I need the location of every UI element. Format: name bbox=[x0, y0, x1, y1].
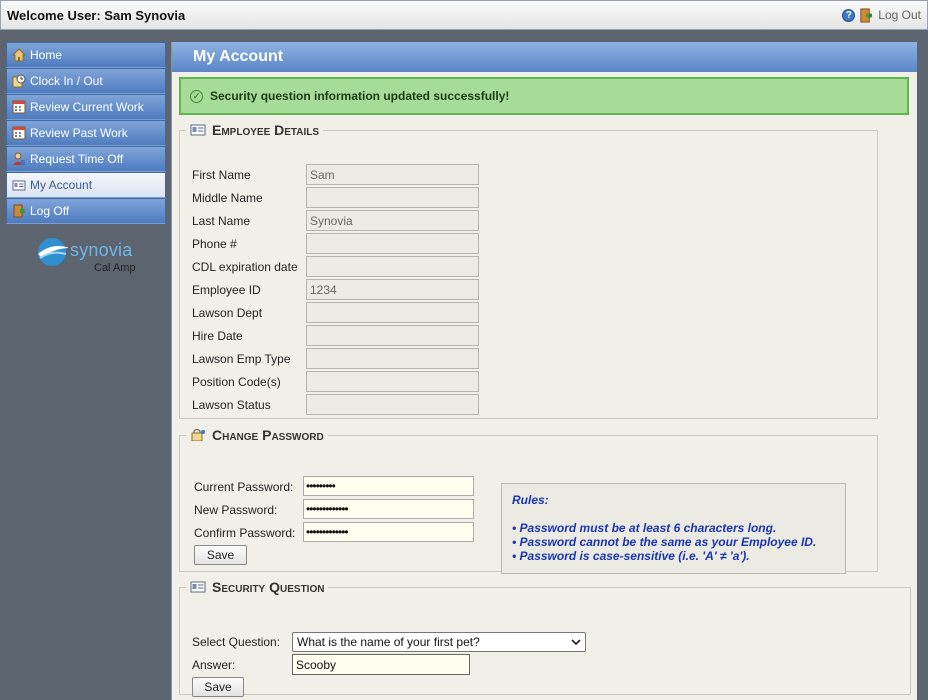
id-card-icon bbox=[190, 581, 206, 593]
success-message: Security question information updated su… bbox=[210, 89, 510, 103]
lawson-emp-type-field[interactable] bbox=[306, 348, 479, 369]
current-password-field[interactable] bbox=[303, 476, 474, 496]
door-icon bbox=[860, 7, 873, 23]
lawson-emp-type-label: Lawson Emp Type bbox=[192, 352, 291, 366]
success-banner: ✓ Security question information updated … bbox=[179, 77, 909, 115]
lawson-dept-label: Lawson Dept bbox=[192, 306, 263, 320]
select-question-label: Select Question: bbox=[192, 635, 281, 649]
synovia-logo: synovia Cal Amp bbox=[6, 232, 166, 280]
sidebar-item-log-off[interactable]: Log Off bbox=[6, 198, 166, 224]
sidebar-item-label: Log Off bbox=[30, 204, 70, 218]
employee-id-field[interactable] bbox=[306, 279, 479, 300]
sidebar-item-clock[interactable]: Clock In / Out bbox=[6, 68, 166, 94]
hire-date-field[interactable] bbox=[306, 325, 479, 346]
cdl-expiration-label: CDL expiration date bbox=[192, 260, 298, 274]
save-password-button[interactable]: Save bbox=[194, 545, 247, 565]
sidebar-item-label: Review Past Work bbox=[30, 126, 128, 140]
first-name-field[interactable] bbox=[306, 164, 479, 185]
lawson-dept-field[interactable] bbox=[306, 302, 479, 323]
sidebar-item-label: Clock In / Out bbox=[30, 74, 103, 88]
position-codes-label: Position Code(s) bbox=[192, 375, 281, 389]
rule-item: • Password must be at least 6 characters… bbox=[512, 521, 777, 535]
employee-details-title: Employee Details bbox=[212, 122, 320, 138]
logout-link[interactable]: Log Out bbox=[878, 8, 921, 22]
sidebar-item-my-account[interactable]: My Account bbox=[6, 172, 166, 198]
logo-brand: synovia bbox=[70, 240, 133, 260]
sidebar-item-label: Request Time Off bbox=[30, 152, 124, 166]
logo-swoosh-icon bbox=[38, 238, 68, 266]
last-name-field[interactable] bbox=[306, 210, 479, 231]
password-rules-box: Rules: • Password must be at least 6 cha… bbox=[501, 483, 846, 574]
confirm-password-label: Confirm Password: bbox=[194, 526, 296, 540]
selected-question: What is the name of your first pet? bbox=[297, 635, 480, 649]
new-password-label: New Password: bbox=[194, 503, 278, 517]
security-question-legend: Security Question bbox=[186, 579, 328, 595]
answer-field[interactable] bbox=[292, 654, 470, 675]
check-circle-icon: ✓ bbox=[190, 89, 203, 103]
lawson-status-label: Lawson Status bbox=[192, 398, 271, 412]
security-question-select[interactable]: What is the name of your first pet? bbox=[292, 632, 586, 652]
chevron-down-icon bbox=[571, 639, 581, 646]
security-question-title: Security Question bbox=[212, 579, 325, 595]
key-lock-icon bbox=[191, 429, 205, 441]
middle-name-field[interactable] bbox=[306, 187, 479, 208]
confirm-password-field[interactable] bbox=[303, 522, 474, 542]
id-card-icon bbox=[12, 180, 26, 191]
employee-details-section: Employee Details First Name Middle Name … bbox=[179, 122, 878, 419]
rules-title: Rules: bbox=[512, 493, 549, 507]
rule-item: • Password cannot be the same as your Em… bbox=[512, 535, 817, 549]
sidebar: Home Clock In / Out Review Current Work … bbox=[6, 42, 166, 280]
person-icon bbox=[13, 152, 25, 165]
door-icon bbox=[13, 204, 25, 218]
main-panel: My Account ✓ Security question informati… bbox=[171, 42, 917, 700]
position-codes-field[interactable] bbox=[306, 371, 479, 392]
current-password-label: Current Password: bbox=[194, 480, 294, 494]
sidebar-item-review-past[interactable]: Review Past Work bbox=[6, 120, 166, 146]
help-icon[interactable]: ? bbox=[842, 8, 856, 22]
sidebar-item-home[interactable]: Home bbox=[6, 42, 166, 68]
calendar-icon bbox=[12, 126, 26, 140]
cdl-expiration-field[interactable] bbox=[306, 256, 479, 277]
change-password-title: Change Password bbox=[212, 427, 324, 443]
top-right-actions: ? Log Out bbox=[842, 7, 921, 23]
logo-sub: Cal Amp bbox=[94, 262, 136, 274]
lawson-status-field[interactable] bbox=[306, 394, 479, 415]
middle-name-label: Middle Name bbox=[192, 191, 263, 205]
first-name-label: First Name bbox=[192, 168, 251, 182]
change-password-legend: Change Password bbox=[186, 427, 328, 443]
clock-icon bbox=[12, 74, 26, 88]
employee-details-legend: Employee Details bbox=[186, 122, 323, 138]
welcome-text: Welcome User: Sam Synovia bbox=[7, 7, 186, 23]
hire-date-label: Hire Date bbox=[192, 329, 243, 343]
last-name-label: Last Name bbox=[192, 214, 251, 228]
home-icon bbox=[12, 48, 26, 62]
rule-item: • Password is case-sensitive (i.e. 'A' ≠… bbox=[512, 549, 750, 563]
new-password-field[interactable] bbox=[303, 499, 474, 519]
employee-id-label: Employee ID bbox=[192, 283, 261, 297]
sidebar-item-label: My Account bbox=[30, 178, 93, 192]
calendar-icon bbox=[12, 100, 26, 114]
sidebar-item-request-time-off[interactable]: Request Time Off bbox=[6, 146, 166, 172]
sidebar-item-label: Home bbox=[30, 48, 63, 62]
phone-label: Phone # bbox=[192, 237, 237, 251]
id-card-icon bbox=[190, 124, 206, 136]
phone-field[interactable] bbox=[306, 233, 479, 254]
page-title: My Account bbox=[172, 42, 917, 72]
save-security-button[interactable]: Save bbox=[192, 677, 244, 697]
sidebar-item-review-current[interactable]: Review Current Work bbox=[6, 94, 166, 120]
top-bar: Welcome User: Sam Synovia ? Log Out bbox=[0, 0, 928, 30]
answer-label: Answer: bbox=[192, 658, 236, 672]
change-password-section: Change Password Current Password: New Pa… bbox=[179, 427, 878, 574]
sidebar-item-label: Review Current Work bbox=[30, 100, 144, 114]
security-question-section: Security Question Select Question: What … bbox=[179, 579, 911, 697]
